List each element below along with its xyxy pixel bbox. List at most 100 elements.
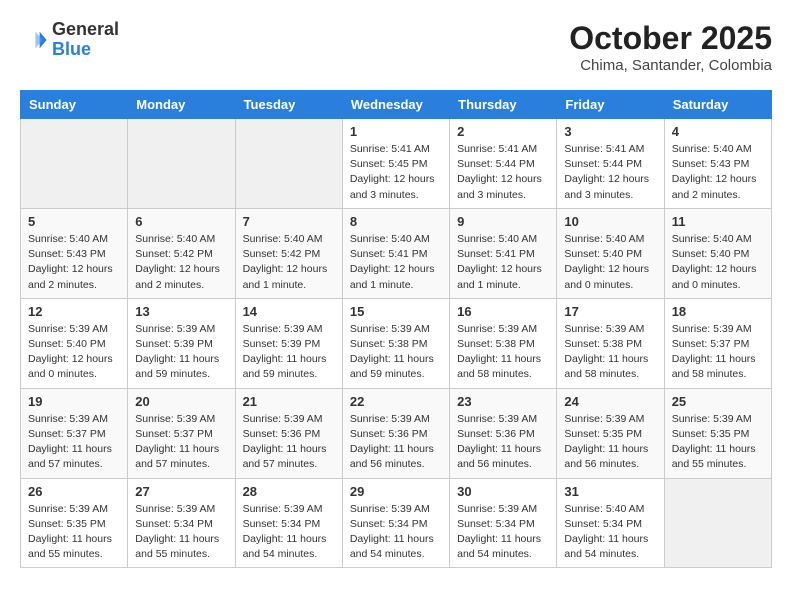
calendar-week-row: 1 Sunrise: 5:41 AMSunset: 5:45 PMDaylight… (21, 119, 772, 209)
day-info: Sunrise: 5:41 AMSunset: 5:44 PMDaylight:… (457, 142, 549, 203)
calendar-cell: 11 Sunrise: 5:40 AMSunset: 5:40 PMDayligh… (664, 208, 771, 298)
calendar-cell (21, 119, 128, 209)
day-info: Sunrise: 5:39 AMSunset: 5:34 PMDaylight:… (457, 502, 549, 563)
day-number: 10 (564, 214, 656, 229)
day-number: 1 (350, 124, 442, 139)
weekday-header: Monday (128, 91, 235, 119)
day-info: Sunrise: 5:39 AMSunset: 5:36 PMDaylight:… (243, 412, 335, 473)
day-info: Sunrise: 5:39 AMSunset: 5:36 PMDaylight:… (350, 412, 442, 473)
calendar-cell: 29 Sunrise: 5:39 AMSunset: 5:34 PMDayligh… (342, 478, 449, 568)
day-info: Sunrise: 5:39 AMSunset: 5:39 PMDaylight:… (135, 322, 227, 383)
calendar-cell: 25 Sunrise: 5:39 AMSunset: 5:35 PMDayligh… (664, 388, 771, 478)
calendar-cell: 18 Sunrise: 5:39 AMSunset: 5:37 PMDayligh… (664, 298, 771, 388)
day-info: Sunrise: 5:40 AMSunset: 5:34 PMDaylight:… (564, 502, 656, 563)
calendar-cell: 31 Sunrise: 5:40 AMSunset: 5:34 PMDayligh… (557, 478, 664, 568)
calendar-week-row: 12 Sunrise: 5:39 AMSunset: 5:40 PMDayligh… (21, 298, 772, 388)
day-number: 18 (672, 304, 764, 319)
day-info: Sunrise: 5:39 AMSunset: 5:40 PMDaylight:… (28, 322, 120, 383)
day-number: 17 (564, 304, 656, 319)
logo-blue: Blue (52, 40, 119, 60)
day-info: Sunrise: 5:40 AMSunset: 5:42 PMDaylight:… (135, 232, 227, 293)
day-info: Sunrise: 5:40 AMSunset: 5:40 PMDaylight:… (564, 232, 656, 293)
calendar-cell: 30 Sunrise: 5:39 AMSunset: 5:34 PMDayligh… (450, 478, 557, 568)
day-info: Sunrise: 5:41 AMSunset: 5:45 PMDaylight:… (350, 142, 442, 203)
title-block: October 2025 Chima, Santander, Colombia (569, 20, 772, 74)
day-info: Sunrise: 5:39 AMSunset: 5:37 PMDaylight:… (135, 412, 227, 473)
day-info: Sunrise: 5:39 AMSunset: 5:36 PMDaylight:… (457, 412, 549, 473)
calendar-cell: 9 Sunrise: 5:40 AMSunset: 5:41 PMDaylight… (450, 208, 557, 298)
day-number: 30 (457, 484, 549, 499)
calendar-cell: 10 Sunrise: 5:40 AMSunset: 5:40 PMDayligh… (557, 208, 664, 298)
day-info: Sunrise: 5:40 AMSunset: 5:41 PMDaylight:… (457, 232, 549, 293)
calendar-cell: 23Sunrise: 5:39 AMSunset: 5:36 PMDayligh… (450, 388, 557, 478)
page-header: General Blue October 2025 Chima, Santand… (20, 20, 772, 74)
day-number: 9 (457, 214, 549, 229)
calendar-cell: 5 Sunrise: 5:40 AMSunset: 5:43 PMDaylight… (21, 208, 128, 298)
day-number: 31 (564, 484, 656, 499)
day-info: Sunrise: 5:40 AMSunset: 5:41 PMDaylight:… (350, 232, 442, 293)
logo-general: General (52, 20, 119, 40)
day-number: 7 (243, 214, 335, 229)
calendar-cell: 28 Sunrise: 5:39 AMSunset: 5:34 PMDayligh… (235, 478, 342, 568)
day-info: Sunrise: 5:39 AMSunset: 5:37 PMDaylight:… (672, 322, 764, 383)
day-number: 2 (457, 124, 549, 139)
day-info: Sunrise: 5:40 AMSunset: 5:43 PMDaylight:… (672, 142, 764, 203)
calendar-cell: 17Sunrise: 5:39 AMSunset: 5:38 PMDayligh… (557, 298, 664, 388)
day-number: 28 (243, 484, 335, 499)
day-number: 25 (672, 394, 764, 409)
calendar-cell (128, 119, 235, 209)
day-info: Sunrise: 5:39 AMSunset: 5:34 PMDaylight:… (243, 502, 335, 563)
day-number: 3 (564, 124, 656, 139)
weekday-header: Friday (557, 91, 664, 119)
day-info: Sunrise: 5:39 AMSunset: 5:39 PMDaylight:… (243, 322, 335, 383)
calendar-cell: 21Sunrise: 5:39 AMSunset: 5:36 PMDayligh… (235, 388, 342, 478)
calendar-week-row: 19 Sunrise: 5:39 AMSunset: 5:37 PMDayligh… (21, 388, 772, 478)
day-info: Sunrise: 5:40 AMSunset: 5:43 PMDaylight:… (28, 232, 120, 293)
day-number: 11 (672, 214, 764, 229)
day-info: Sunrise: 5:40 AMSunset: 5:42 PMDaylight:… (243, 232, 335, 293)
calendar-table: SundayMondayTuesdayWednesdayThursdayFrid… (20, 90, 772, 568)
day-info: Sunrise: 5:39 AMSunset: 5:35 PMDaylight:… (564, 412, 656, 473)
day-number: 27 (135, 484, 227, 499)
calendar-cell: 12 Sunrise: 5:39 AMSunset: 5:40 PMDayligh… (21, 298, 128, 388)
logo-text: General Blue (52, 20, 119, 60)
calendar-cell: 20 Sunrise: 5:39 AMSunset: 5:37 PMDayligh… (128, 388, 235, 478)
calendar-cell: 16Sunrise: 5:39 AMSunset: 5:38 PMDayligh… (450, 298, 557, 388)
calendar-week-row: 26Sunrise: 5:39 AMSunset: 5:35 PMDayligh… (21, 478, 772, 568)
calendar-cell: 8Sunrise: 5:40 AMSunset: 5:41 PMDaylight… (342, 208, 449, 298)
month-title: October 2025 (569, 20, 772, 57)
logo-icon (20, 26, 48, 54)
calendar-cell: 19Sunrise: 5:39 AMSunset: 5:37 PMDayligh… (21, 388, 128, 478)
day-number: 16 (457, 304, 549, 319)
weekday-header: Thursday (450, 91, 557, 119)
logo: General Blue (20, 20, 119, 60)
calendar-week-row: 5 Sunrise: 5:40 AMSunset: 5:43 PMDaylight… (21, 208, 772, 298)
calendar-cell: 1 Sunrise: 5:41 AMSunset: 5:45 PMDaylight… (342, 119, 449, 209)
calendar-cell: 3Sunrise: 5:41 AMSunset: 5:44 PMDaylight… (557, 119, 664, 209)
day-number: 12 (28, 304, 120, 319)
calendar-cell: 27 Sunrise: 5:39 AMSunset: 5:34 PMDayligh… (128, 478, 235, 568)
day-info: Sunrise: 5:39 AMSunset: 5:35 PMDaylight:… (672, 412, 764, 473)
weekday-header: Saturday (664, 91, 771, 119)
calendar-cell: 13Sunrise: 5:39 AMSunset: 5:39 PMDayligh… (128, 298, 235, 388)
day-info: Sunrise: 5:39 AMSunset: 5:34 PMDaylight:… (350, 502, 442, 563)
calendar-cell: 15Sunrise: 5:39 AMSunset: 5:38 PMDayligh… (342, 298, 449, 388)
day-number: 26 (28, 484, 120, 499)
day-number: 6 (135, 214, 227, 229)
calendar-cell (235, 119, 342, 209)
day-number: 29 (350, 484, 442, 499)
calendar-cell: 26Sunrise: 5:39 AMSunset: 5:35 PMDayligh… (21, 478, 128, 568)
day-number: 19 (28, 394, 120, 409)
location: Chima, Santander, Colombia (569, 57, 772, 74)
weekday-header: Sunday (21, 91, 128, 119)
day-number: 4 (672, 124, 764, 139)
day-number: 5 (28, 214, 120, 229)
calendar-cell: 7 Sunrise: 5:40 AMSunset: 5:42 PMDaylight… (235, 208, 342, 298)
day-number: 20 (135, 394, 227, 409)
day-info: Sunrise: 5:39 AMSunset: 5:38 PMDaylight:… (350, 322, 442, 383)
day-number: 24 (564, 394, 656, 409)
weekday-header: Wednesday (342, 91, 449, 119)
calendar-cell: 2 Sunrise: 5:41 AMSunset: 5:44 PMDaylight… (450, 119, 557, 209)
day-info: Sunrise: 5:40 AMSunset: 5:40 PMDaylight:… (672, 232, 764, 293)
day-info: Sunrise: 5:39 AMSunset: 5:34 PMDaylight:… (135, 502, 227, 563)
